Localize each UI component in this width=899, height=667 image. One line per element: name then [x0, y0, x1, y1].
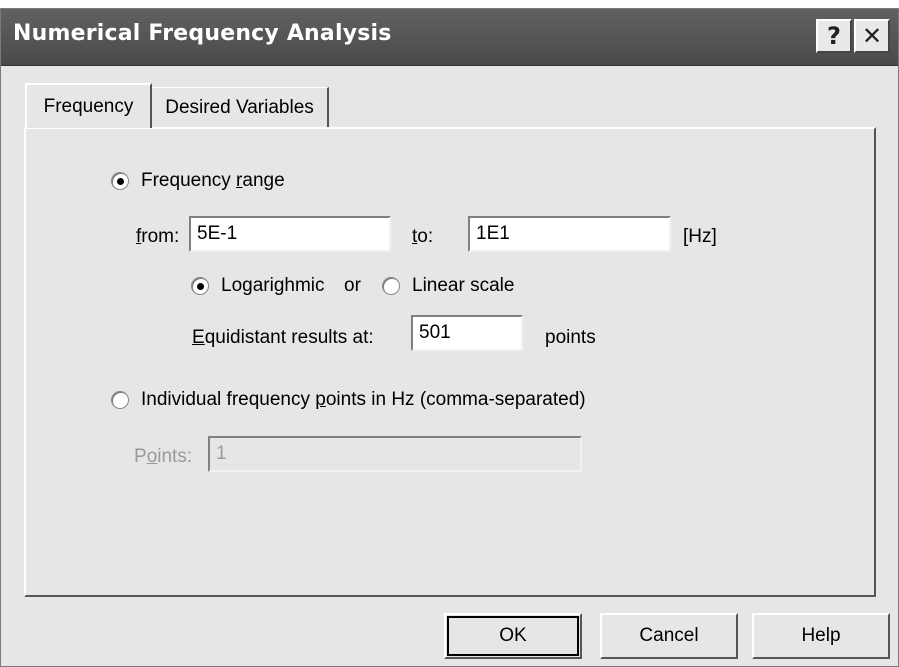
help-icon[interactable]: ? — [816, 19, 852, 53]
linear-scale-label: Linear scale — [412, 275, 515, 296]
help-button[interactable]: Help — [752, 613, 890, 659]
or-label: or — [344, 275, 361, 296]
tab-desired-variables-label: Desired Variables — [165, 96, 314, 118]
individual-points-radio[interactable] — [111, 391, 129, 409]
tab-frequency[interactable]: Frequency — [25, 83, 152, 128]
frequency-tab-panel — [24, 127, 876, 597]
frequency-range-radio[interactable] — [111, 172, 129, 190]
tab-desired-variables[interactable]: Desired Variables — [151, 87, 329, 127]
equidistant-label: Equidistant results at: — [192, 327, 374, 348]
points-input — [208, 436, 582, 472]
dialog-title: Numerical Frequency Analysis — [13, 21, 392, 46]
to-input[interactable] — [468, 216, 671, 252]
linear-scale-radio[interactable] — [382, 277, 400, 295]
ok-button[interactable]: OK — [444, 613, 582, 659]
points-field-label: Points: — [134, 446, 193, 467]
from-label: from: — [136, 226, 180, 247]
from-input[interactable] — [189, 216, 391, 252]
close-icon[interactable]: ✕ — [854, 19, 890, 53]
title-bar[interactable]: Numerical Frequency Analysis ? ✕ — [1, 9, 898, 66]
frequency-range-label: Frequency range — [141, 170, 285, 191]
logarithmic-radio[interactable] — [191, 277, 209, 295]
tab-frequency-label: Frequency — [43, 95, 134, 117]
hz-unit-label: [Hz] — [683, 226, 717, 247]
individual-points-label: Individual frequency points in Hz (comma… — [141, 389, 586, 410]
cancel-button[interactable]: Cancel — [600, 613, 738, 659]
dialog-window: Numerical Frequency Analysis ? ✕ Frequen… — [0, 8, 899, 667]
to-label: to: — [412, 226, 434, 247]
logarithmic-label: Logarighmic — [221, 275, 325, 296]
equidistant-points-input[interactable] — [411, 315, 523, 351]
points-suffix-label: points — [545, 327, 596, 348]
